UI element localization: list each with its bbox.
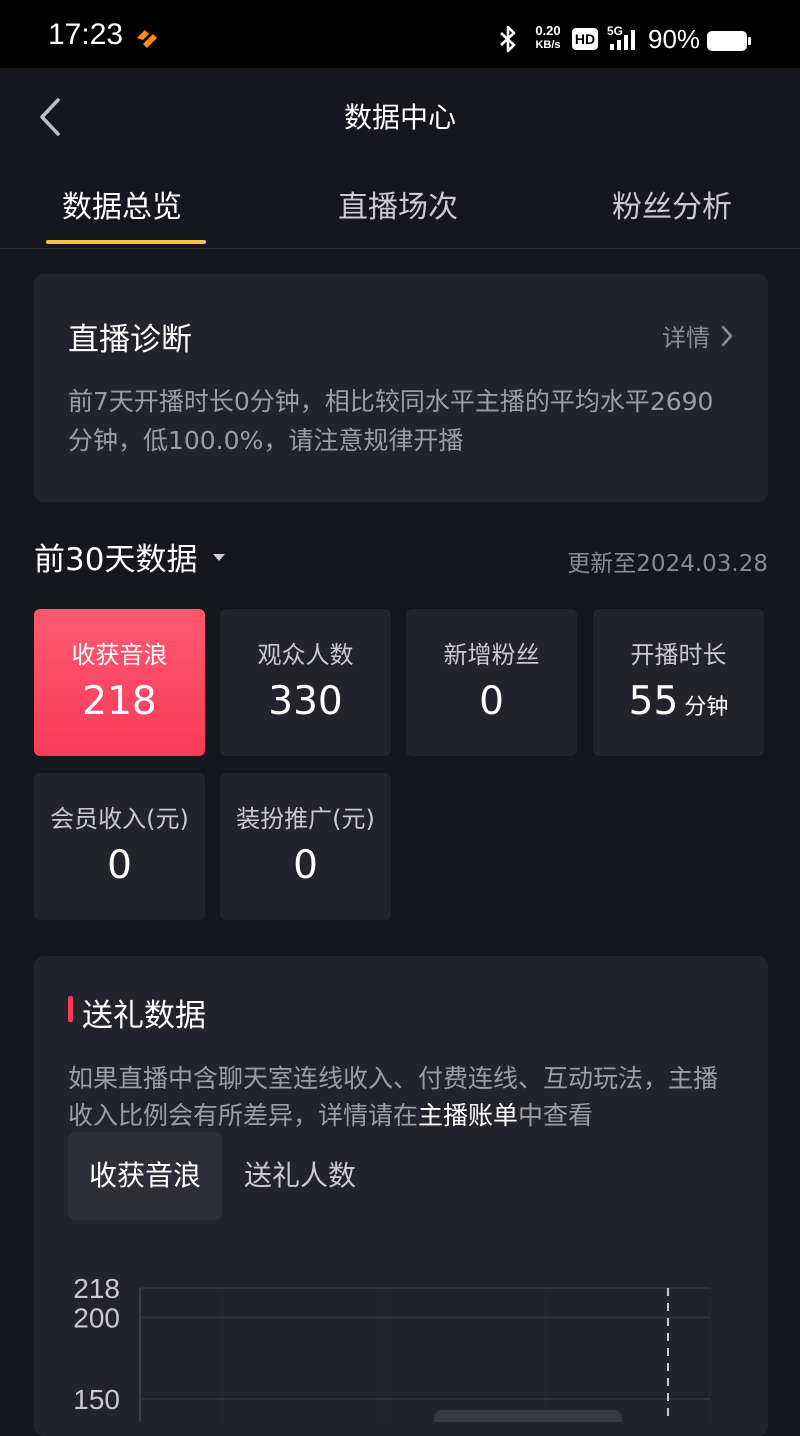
stat-number: 55 <box>628 679 679 724</box>
stat-number: 0 <box>293 843 318 888</box>
stat-value: 218 <box>34 679 205 724</box>
stat-card-viewers[interactable]: 观众人数 330 <box>220 609 391 756</box>
network-type: 5G <box>607 24 623 38</box>
tab-fan-analysis[interactable]: 粉丝分析 <box>612 182 732 226</box>
y-tick-label: 150 <box>73 1384 120 1415</box>
stat-label: 收获音浪 <box>71 641 168 669</box>
tab-bar: 数据总览 直播场次 粉丝分析 <box>0 164 800 249</box>
chevron-right-icon <box>721 325 733 346</box>
stat-label: 观众人数 <box>257 641 354 669</box>
tab-overview[interactable]: 数据总览 <box>62 182 182 226</box>
net-speed-unit: KB/s <box>535 39 561 51</box>
header: 数据中心 <box>0 68 800 164</box>
diagnosis-detail-link[interactable]: 详情 <box>662 318 734 353</box>
net-speed: 0.20 KB/s <box>530 24 566 52</box>
diagnosis-card: 直播诊断 详情 前7天开播时长0分钟，相比较同水平主播的平均水平2690分钟，低… <box>34 274 768 502</box>
stat-label: 新增粉丝 <box>443 641 540 669</box>
y-tick-label: 218 <box>73 1273 120 1304</box>
status-bar: 17:23 0.20 KB/s HD 5G 90% <box>0 0 800 68</box>
dropdown-triangle-icon <box>213 553 226 561</box>
updated-date: 更新至2024.03.28 <box>567 551 768 577</box>
stat-label: 会员收入(元) <box>50 805 189 833</box>
stat-value: 0 <box>220 843 391 888</box>
gift-data-card: 送礼数据 如果直播中含聊天室连线收入、付费连线、互动玩法，主播收入比例会有所差异… <box>34 956 768 1436</box>
signal-icon: 5G <box>607 24 635 50</box>
tooltip-bubble <box>434 1410 622 1422</box>
stat-label: 开播时长 <box>630 641 727 669</box>
stat-number: 218 <box>82 679 157 724</box>
period-selector[interactable]: 前30天数据 <box>34 534 227 579</box>
hd-icon: HD <box>572 28 598 50</box>
stat-card-live-duration[interactable]: 开播时长 55 分钟 <box>593 609 764 756</box>
stat-number: 0 <box>479 679 504 724</box>
page-title: 数据中心 <box>343 101 456 134</box>
gift-chart: 218200 150 <box>73 1273 711 1422</box>
stat-value: 0 <box>406 679 577 724</box>
diagnosis-description: 前7天开播时长0分钟，相比较同水平主播的平均水平2690分钟，低100.0%，请… <box>68 387 714 455</box>
stat-value: 55 分钟 <box>593 679 764 724</box>
stat-label: 装扮推广(元) <box>236 805 375 833</box>
bluetooth-icon <box>500 25 516 53</box>
stat-number: 0 <box>107 843 132 888</box>
stat-number: 330 <box>268 679 343 724</box>
battery-icon <box>707 31 751 51</box>
stat-card-new-fans[interactable]: 新增粉丝 0 <box>406 609 577 756</box>
stat-value: 330 <box>220 679 391 724</box>
stat-value: 0 <box>34 843 205 888</box>
tab-active-indicator <box>46 240 206 244</box>
battery-percent: 90% <box>648 24 701 54</box>
period-label: 前30天数据 <box>34 542 198 578</box>
y-tick-label: 200 <box>73 1302 120 1333</box>
stat-card-sound-waves[interactable]: 收获音浪 218 <box>34 609 205 756</box>
diagnosis-title: 直播诊断 <box>68 322 192 358</box>
detail-label: 详情 <box>662 324 710 352</box>
status-time: 17:23 <box>48 18 124 51</box>
carrier-icon <box>137 30 157 48</box>
net-speed-value: 0.20 <box>535 23 561 38</box>
stat-card-member-income[interactable]: 会员收入(元) 0 <box>34 773 205 920</box>
tab-live-sessions[interactable]: 直播场次 <box>338 182 458 226</box>
stat-unit: 分钟 <box>684 695 729 720</box>
chart-layer: 218200 150 <box>73 1273 711 1422</box>
stat-card-decoration-promo[interactable]: 装扮推广(元) 0 <box>220 773 391 920</box>
